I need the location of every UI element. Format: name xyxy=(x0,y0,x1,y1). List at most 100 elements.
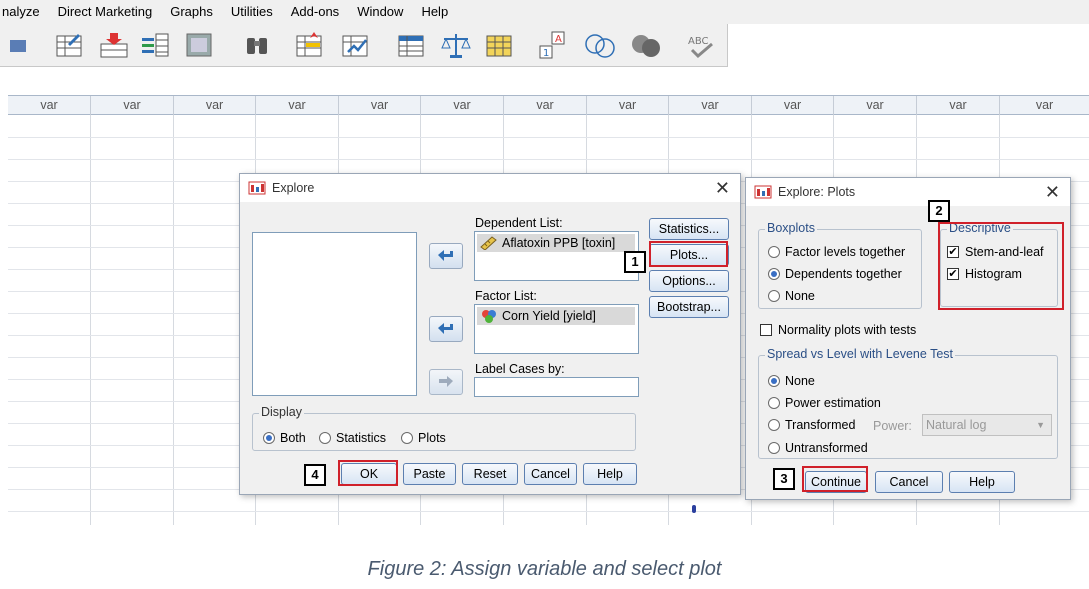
plots-close-icon[interactable]: ✕ xyxy=(1045,182,1060,202)
step-badge-2: 2 xyxy=(928,200,950,222)
arrow-left-icon xyxy=(438,250,453,261)
source-variable-list[interactable] xyxy=(252,232,417,396)
statistics-button[interactable]: Statistics... xyxy=(649,218,729,240)
column-header[interactable]: var xyxy=(339,96,421,115)
value-labels-icon[interactable]: A1 xyxy=(538,30,570,60)
untransformed-radio[interactable]: Untransformed xyxy=(768,441,868,455)
plots-title: Explore: Plots xyxy=(778,185,856,199)
variables-icon[interactable] xyxy=(140,30,172,60)
transformed-radio[interactable]: Transformed xyxy=(768,418,855,432)
column-header[interactable]: var xyxy=(917,96,1000,115)
display-both-radio[interactable]: Both xyxy=(263,431,306,445)
highlight-continue-button xyxy=(802,466,868,492)
boxplots-group-title: Boxplots xyxy=(765,221,817,235)
menu-graphs[interactable]: Graphs xyxy=(161,0,222,24)
label-cases-field[interactable] xyxy=(474,377,639,397)
nominal-variable-icon xyxy=(482,310,496,323)
split-file-icon[interactable] xyxy=(396,30,428,60)
arrow-right-icon xyxy=(439,376,453,387)
factor-list[interactable]: Corn Yield [yield] xyxy=(474,304,639,354)
move-to-factor-button[interactable] xyxy=(429,316,463,342)
highlight-ok-button xyxy=(338,460,398,486)
column-header[interactable]: var xyxy=(504,96,587,115)
ruler-icon xyxy=(480,236,497,250)
display-plots-radio[interactable]: Plots xyxy=(401,431,446,445)
dependent-item-text: Aflatoxin PPB [toxin] xyxy=(502,236,616,250)
reset-button[interactable]: Reset xyxy=(462,463,518,485)
arrow-tool-icon[interactable] xyxy=(4,30,36,60)
column-header[interactable]: var xyxy=(669,96,752,115)
column-header-row: var var var var var var var var var var … xyxy=(8,95,1089,115)
spread-level-group-title: Spread vs Level with Levene Test xyxy=(765,347,955,361)
plots-help-button[interactable]: Help xyxy=(949,471,1015,493)
step-badge-4: 4 xyxy=(304,464,326,486)
dependent-list-label: Dependent List: xyxy=(475,216,563,230)
cancel-button[interactable]: Cancel xyxy=(524,463,577,485)
menu-help[interactable]: Help xyxy=(412,0,457,24)
explore-title: Explore xyxy=(272,181,315,195)
column-header[interactable]: var xyxy=(91,96,174,115)
insert-variable-icon[interactable] xyxy=(340,30,372,60)
column-header[interactable]: var xyxy=(752,96,834,115)
column-header[interactable]: var xyxy=(421,96,504,115)
boxplots-none-radio[interactable]: None xyxy=(768,289,815,303)
column-header[interactable]: var xyxy=(587,96,669,115)
svg-text:1: 1 xyxy=(543,48,549,59)
spell-check-icon[interactable]: ABC xyxy=(686,30,718,60)
factor-item-text: Corn Yield [yield] xyxy=(502,309,596,323)
menu-utilities[interactable]: Utilities xyxy=(222,0,282,24)
charts-icon[interactable] xyxy=(184,30,216,60)
dependent-list-item[interactable]: Aflatoxin PPB [toxin] xyxy=(477,234,635,252)
menu-add-ons[interactable]: Add-ons xyxy=(282,0,348,24)
normality-plots-checkbox[interactable]: Normality plots with tests xyxy=(760,323,916,337)
spread-none-radio[interactable]: None xyxy=(768,374,815,388)
menubar: nalyze Direct Marketing Graphs Utilities… xyxy=(0,0,1089,24)
figure-caption: Figure 2: Assign variable and select plo… xyxy=(367,558,722,580)
step-badge-3: 3 xyxy=(773,468,795,490)
menu-window[interactable]: Window xyxy=(348,0,412,24)
display-statistics-radio[interactable]: Statistics xyxy=(319,431,386,445)
goto-variable-icon[interactable] xyxy=(98,30,130,60)
factor-list-item[interactable]: Corn Yield [yield] xyxy=(477,307,635,325)
insert-cases-icon[interactable] xyxy=(294,30,326,60)
factor-levels-together-radio[interactable]: Factor levels together xyxy=(768,245,905,259)
power-select-value: Natural log xyxy=(926,418,987,432)
menu-direct-marketing[interactable]: Direct Marketing xyxy=(49,0,162,24)
cursor-marker xyxy=(692,505,696,513)
column-header[interactable]: var xyxy=(8,96,91,115)
dependents-together-radio[interactable]: Dependents together xyxy=(768,267,902,281)
explore-dialog: Explore ✕ Dependent List: Aflatoxin PPB … xyxy=(239,173,741,495)
display-group-title: Display xyxy=(259,405,304,419)
column-header[interactable]: var xyxy=(256,96,339,115)
move-to-dependent-button[interactable] xyxy=(429,243,463,269)
weight-cases-icon[interactable] xyxy=(440,30,472,60)
options-button[interactable]: Options... xyxy=(649,270,729,292)
select-cases-icon[interactable] xyxy=(484,30,516,60)
bootstrap-button[interactable]: Bootstrap... xyxy=(649,296,729,318)
step-badge-1: 1 xyxy=(624,251,646,273)
display-group: Display Both Statistics Plots xyxy=(252,405,636,451)
explore-app-icon xyxy=(248,181,266,195)
chevron-down-icon: ▼ xyxy=(1036,420,1045,430)
toolbar: A1 ABC xyxy=(0,24,728,67)
power-select[interactable]: Natural log ▼ xyxy=(922,414,1052,436)
menu-analyze[interactable]: nalyze xyxy=(0,0,49,24)
plots-app-icon xyxy=(754,185,772,199)
show-all-variables-icon[interactable] xyxy=(630,30,662,60)
help-button[interactable]: Help xyxy=(583,463,637,485)
paste-button[interactable]: Paste xyxy=(403,463,456,485)
move-to-label-button[interactable] xyxy=(429,369,463,395)
goto-case-icon[interactable] xyxy=(54,30,86,60)
column-header[interactable]: var xyxy=(174,96,256,115)
explore-close-icon[interactable]: ✕ xyxy=(715,178,730,198)
highlight-descriptive xyxy=(938,222,1064,310)
power-estimation-radio[interactable]: Power estimation xyxy=(768,396,881,410)
column-header[interactable]: var xyxy=(1000,96,1089,115)
plots-cancel-button[interactable]: Cancel xyxy=(875,471,943,493)
find-binoculars-icon[interactable] xyxy=(242,30,274,60)
column-header[interactable]: var xyxy=(834,96,917,115)
dependent-list[interactable]: Aflatoxin PPB [toxin] xyxy=(474,231,639,281)
explore-titlebar: Explore xyxy=(240,174,740,202)
use-sets-icon[interactable] xyxy=(584,30,616,60)
boxplots-group: Boxplots Factor levels together Dependen… xyxy=(758,221,922,309)
